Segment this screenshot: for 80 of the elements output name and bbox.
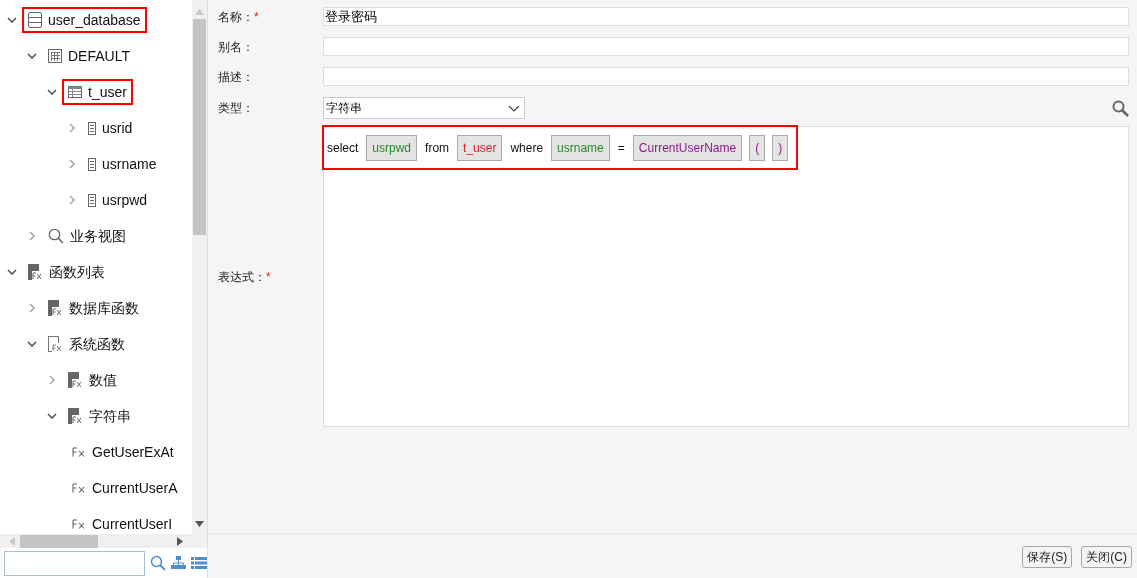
chevron-right-icon[interactable] <box>29 231 35 241</box>
tree-item[interactable]: t_user <box>62 79 133 105</box>
table-token[interactable]: t_user <box>457 134 503 161</box>
dialog-button[interactable]: 关闭(C) <box>1081 546 1132 568</box>
field-label: 描述： <box>218 68 254 86</box>
field-label: 表达式： <box>218 268 266 286</box>
expression-editor[interactable]: select usrpwd from t_user where usrname = CurrentUserName ( ) <box>323 126 1129 427</box>
function-folder-icon <box>68 408 83 424</box>
keyword-text: select <box>326 139 360 157</box>
database-icon <box>28 12 42 28</box>
search-field[interactable] <box>4 550 145 576</box>
keyword-text: from <box>424 139 451 157</box>
field-label: 类型： <box>218 100 254 117</box>
chevron-down-icon[interactable] <box>27 341 37 347</box>
tree-item[interactable]: CurrentUserI <box>66 511 179 534</box>
parenthesis-token[interactable]: ) <box>772 134 789 161</box>
column-icon <box>88 193 96 207</box>
chevron-down-icon[interactable] <box>7 269 17 275</box>
tree-item[interactable]: 系统函数 <box>42 331 131 357</box>
tree-item[interactable]: 业务视图 <box>42 223 132 249</box>
parenthesis-token[interactable]: ( <box>749 134 766 161</box>
column-icon <box>88 157 96 171</box>
keyword-text: = <box>616 139 626 157</box>
tree-item[interactable]: DEFAULT <box>42 43 136 69</box>
function-icon <box>72 447 86 457</box>
required-marker: * <box>266 268 271 286</box>
tree-item[interactable]: usrid <box>82 115 139 141</box>
scroll-left-icon[interactable] <box>9 536 15 546</box>
scroll-up-icon[interactable] <box>195 9 204 15</box>
chevron-right-icon[interactable] <box>69 123 75 133</box>
magnifier-icon <box>48 228 64 244</box>
chevron-right-icon[interactable] <box>69 195 75 205</box>
function-icon <box>72 483 86 493</box>
function-folder-icon <box>48 300 63 316</box>
required-marker: * <box>254 8 259 26</box>
table-icon <box>68 86 82 98</box>
chevron-down-icon <box>508 104 520 112</box>
field-token[interactable]: usrpwd <box>366 134 418 161</box>
function-folder-icon <box>28 264 43 280</box>
chevron-right-icon[interactable] <box>69 159 75 169</box>
tree-item[interactable]: 数值 <box>62 367 123 393</box>
tree-item[interactable]: CurrentUserA <box>66 475 184 501</box>
list-icon[interactable] <box>191 557 207 569</box>
field-label: 名称： <box>218 8 254 26</box>
function-icon <box>72 519 86 529</box>
field-label: 别名： <box>218 38 254 56</box>
scrollbar-thumb[interactable] <box>193 19 206 235</box>
column-icon <box>88 121 96 135</box>
scroll-down-icon[interactable] <box>195 521 204 527</box>
search-icon[interactable] <box>150 555 166 571</box>
tree-item[interactable]: GetUserExAt <box>66 439 180 465</box>
tree-item[interactable]: user_database <box>22 7 147 33</box>
scroll-right-icon[interactable] <box>177 536 183 546</box>
chevron-down-icon[interactable] <box>47 89 57 95</box>
text-field[interactable] <box>323 37 1129 56</box>
horizontal-scrollbar[interactable] <box>0 534 207 548</box>
chevron-right-icon[interactable] <box>29 303 35 313</box>
tree-item[interactable]: 函数列表 <box>22 259 111 285</box>
chevron-down-icon[interactable] <box>27 53 37 59</box>
grid-icon <box>48 49 62 63</box>
scrollbar-thumb[interactable] <box>20 534 98 548</box>
function-folder-icon <box>48 336 63 352</box>
chevron-right-icon[interactable] <box>49 375 55 385</box>
chevron-down-icon[interactable] <box>7 17 17 23</box>
tree-item[interactable]: 字符串 <box>62 403 137 429</box>
tree-item[interactable]: usrpwd <box>82 187 154 213</box>
text-field[interactable] <box>323 67 1129 86</box>
text-field[interactable]: 登录密码 <box>323 7 1129 26</box>
function-token[interactable]: CurrentUserName <box>632 134 743 161</box>
dialog-button[interactable]: 保存(S) <box>1022 546 1073 568</box>
tree-item[interactable]: 数据库函数 <box>42 295 145 321</box>
tree-item[interactable]: usrname <box>82 151 163 177</box>
chevron-down-icon[interactable] <box>47 413 57 419</box>
field-token[interactable]: usrname <box>551 134 610 161</box>
type-dropdown[interactable]: 字符串 <box>323 97 525 119</box>
function-folder-icon <box>68 372 83 388</box>
keyword-text: where <box>509 139 545 157</box>
hierarchy-icon[interactable] <box>171 556 186 570</box>
vertical-scrollbar[interactable] <box>192 0 207 534</box>
search-icon[interactable] <box>1112 99 1129 117</box>
